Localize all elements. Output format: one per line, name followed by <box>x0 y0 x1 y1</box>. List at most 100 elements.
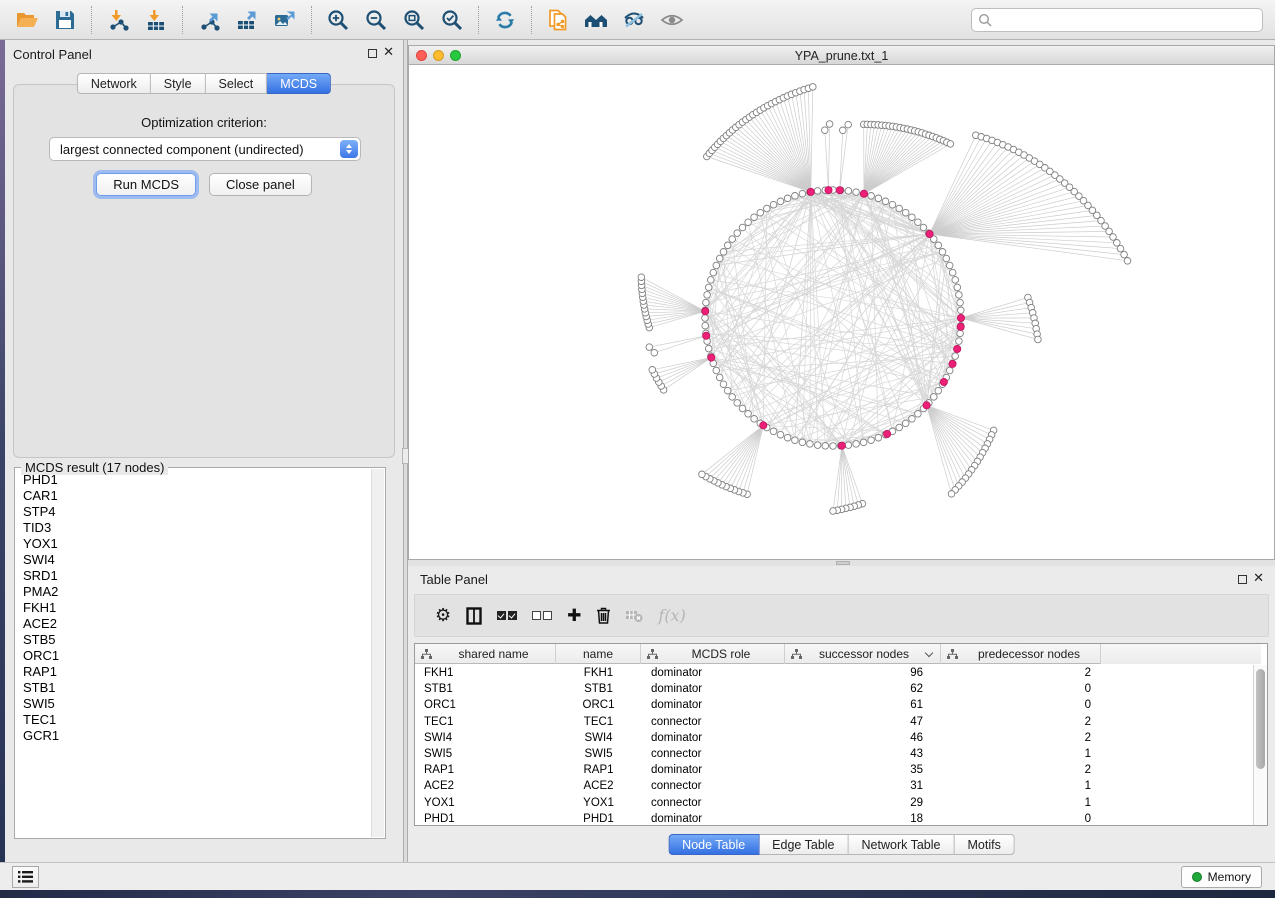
mcds-result-item[interactable]: TEC1 <box>16 712 371 728</box>
tab-mcds[interactable]: MCDS <box>267 73 331 94</box>
zoom-in-icon <box>326 8 350 32</box>
hide-graphics-details-button[interactable] <box>615 4 653 36</box>
table-row[interactable]: FKH1FKH1dominator962 <box>415 665 1253 681</box>
mcds-result-item[interactable]: SWI4 <box>16 552 371 568</box>
mcds-result-item[interactable]: SRD1 <box>16 568 371 584</box>
zoom-selected-button[interactable] <box>433 4 471 36</box>
mcds-result-item[interactable]: ORC1 <box>16 648 371 664</box>
table-row[interactable]: RAP1RAP1dominator352 <box>415 762 1253 778</box>
refresh-button[interactable] <box>486 4 524 36</box>
duplicate-network-button[interactable] <box>539 4 577 36</box>
select-all-button[interactable] <box>497 604 517 628</box>
cell-successor_nodes: 43 <box>785 748 941 760</box>
zoom-fit-button[interactable] <box>395 4 433 36</box>
run-mcds-button[interactable]: Run MCDS <box>96 173 196 196</box>
zoom-fit-icon <box>402 8 426 32</box>
close-panel-icon[interactable]: ✕ <box>1253 571 1264 586</box>
cell-mcds_role: dominator <box>641 699 785 711</box>
tab-network-table[interactable]: Network Table <box>849 834 955 855</box>
export-image-button[interactable] <box>266 4 304 36</box>
cell-successor_nodes: 96 <box>785 667 941 679</box>
zoom-out-icon <box>364 8 388 32</box>
cell-predecessor_nodes: 1 <box>941 797 1101 809</box>
table-row[interactable]: TEC1TEC1connector472 <box>415 714 1253 730</box>
zoom-out-button[interactable] <box>357 4 395 36</box>
tab-motifs[interactable]: Motifs <box>954 834 1014 855</box>
mcds-result-item[interactable]: PMA2 <box>16 584 371 600</box>
table-scrollbar[interactable] <box>1253 665 1267 825</box>
houses-button[interactable] <box>577 4 615 36</box>
tab-edge-table[interactable]: Edge Table <box>759 834 848 855</box>
column-header-shared-name[interactable]: shared name <box>415 644 556 664</box>
table-row[interactable]: SWI4SWI4dominator462 <box>415 730 1253 746</box>
toolbar-separator <box>531 6 532 34</box>
table-row[interactable]: SWI5SWI5connector431 <box>415 746 1253 762</box>
float-panel-icon[interactable] <box>368 49 377 58</box>
splitter-grip[interactable] <box>836 561 850 565</box>
table-row[interactable]: ORC1ORC1dominator610 <box>415 697 1253 713</box>
column-header-predecessor-nodes[interactable]: predecessor nodes <box>941 644 1101 664</box>
open-folder-button[interactable] <box>8 4 46 36</box>
task-history-button[interactable] <box>12 866 39 888</box>
mcds-result-list[interactable]: PHD1CAR1STP4TID3YOX1SWI4SRD1PMA2FKH1ACE2… <box>16 472 371 837</box>
mcds-result-item[interactable]: CAR1 <box>16 488 371 504</box>
search-box[interactable] <box>971 8 1263 32</box>
cell-name: PHD1 <box>556 813 641 825</box>
mcds-list-scrollbar[interactable] <box>371 469 384 837</box>
column-header-name[interactable]: name <box>556 644 641 664</box>
deselect-all-icon <box>532 611 552 620</box>
close-panel-button[interactable]: Close panel <box>209 173 312 196</box>
network-graph[interactable] <box>409 65 1274 559</box>
zoom-in-button[interactable] <box>319 4 357 36</box>
mcds-result-item[interactable]: YOX1 <box>16 536 371 552</box>
mcds-result-item[interactable]: ACE2 <box>16 616 371 632</box>
cell-mcds_role: dominator <box>641 732 785 744</box>
export-table-button[interactable] <box>228 4 266 36</box>
tab-select[interactable]: Select <box>206 73 268 94</box>
table-row[interactable]: PHD1PHD1dominator180 <box>415 811 1253 825</box>
open-folder-icon <box>15 8 39 32</box>
cell-mcds_role: connector <box>641 797 785 809</box>
import-table-button[interactable] <box>137 4 175 36</box>
mcds-result-item[interactable]: GCR1 <box>16 728 371 744</box>
tab-style[interactable]: Style <box>151 73 206 94</box>
scrollbar-thumb[interactable] <box>1256 669 1265 769</box>
network-window-titlebar[interactable]: YPA_prune.txt_1 <box>409 46 1274 65</box>
birds-eye-button[interactable] <box>653 4 691 36</box>
add-button[interactable]: ✚ <box>567 604 581 628</box>
control-panel-tabs: NetworkStyleSelectMCDS <box>77 73 331 94</box>
mcds-result-item[interactable]: TID3 <box>16 520 371 536</box>
list-icon <box>18 871 33 883</box>
close-panel-icon[interactable]: ✕ <box>383 45 394 60</box>
settings-button[interactable]: ⚙ <box>435 604 451 628</box>
mcds-result-item[interactable]: STB1 <box>16 680 371 696</box>
save-button[interactable] <box>46 4 84 36</box>
tab-node-table[interactable]: Node Table <box>668 834 759 855</box>
memory-button[interactable]: Memory <box>1181 866 1262 888</box>
cell-shared_name: YOX1 <box>415 797 556 809</box>
search-input[interactable] <box>993 10 1262 30</box>
column-header-successor-nodes[interactable]: successor nodes <box>785 644 941 664</box>
deselect-all-button[interactable] <box>532 604 552 628</box>
tab-network[interactable]: Network <box>77 73 151 94</box>
network-canvas[interactable] <box>409 65 1274 559</box>
delete-button[interactable] <box>596 604 611 628</box>
mcds-result-item[interactable]: SWI5 <box>16 696 371 712</box>
table-header-row: shared namenameMCDS rolesuccessor nodesp… <box>415 644 1261 664</box>
mcds-result-item[interactable]: FKH1 <box>16 600 371 616</box>
criterion-dropdown[interactable]: largest connected component (undirected) <box>49 137 361 161</box>
table-row[interactable]: YOX1YOX1connector291 <box>415 795 1253 811</box>
function-icon: f(x) <box>658 606 685 625</box>
column-header-MCDS-role[interactable]: MCDS role <box>641 644 785 664</box>
float-panel-icon[interactable] <box>1238 575 1247 584</box>
mcds-result-item[interactable]: STB5 <box>16 632 371 648</box>
mcds-result-item[interactable]: PHD1 <box>16 472 371 488</box>
table-row[interactable]: STB1STB1dominator620 <box>415 681 1253 697</box>
table-row[interactable]: ACE2ACE2connector311 <box>415 778 1253 794</box>
mcds-result-item[interactable]: STP4 <box>16 504 371 520</box>
cell-name: SWI4 <box>556 732 641 744</box>
export-network-button[interactable] <box>190 4 228 36</box>
columns-button[interactable] <box>466 604 482 628</box>
mcds-result-item[interactable]: RAP1 <box>16 664 371 680</box>
import-network-button[interactable] <box>99 4 137 36</box>
